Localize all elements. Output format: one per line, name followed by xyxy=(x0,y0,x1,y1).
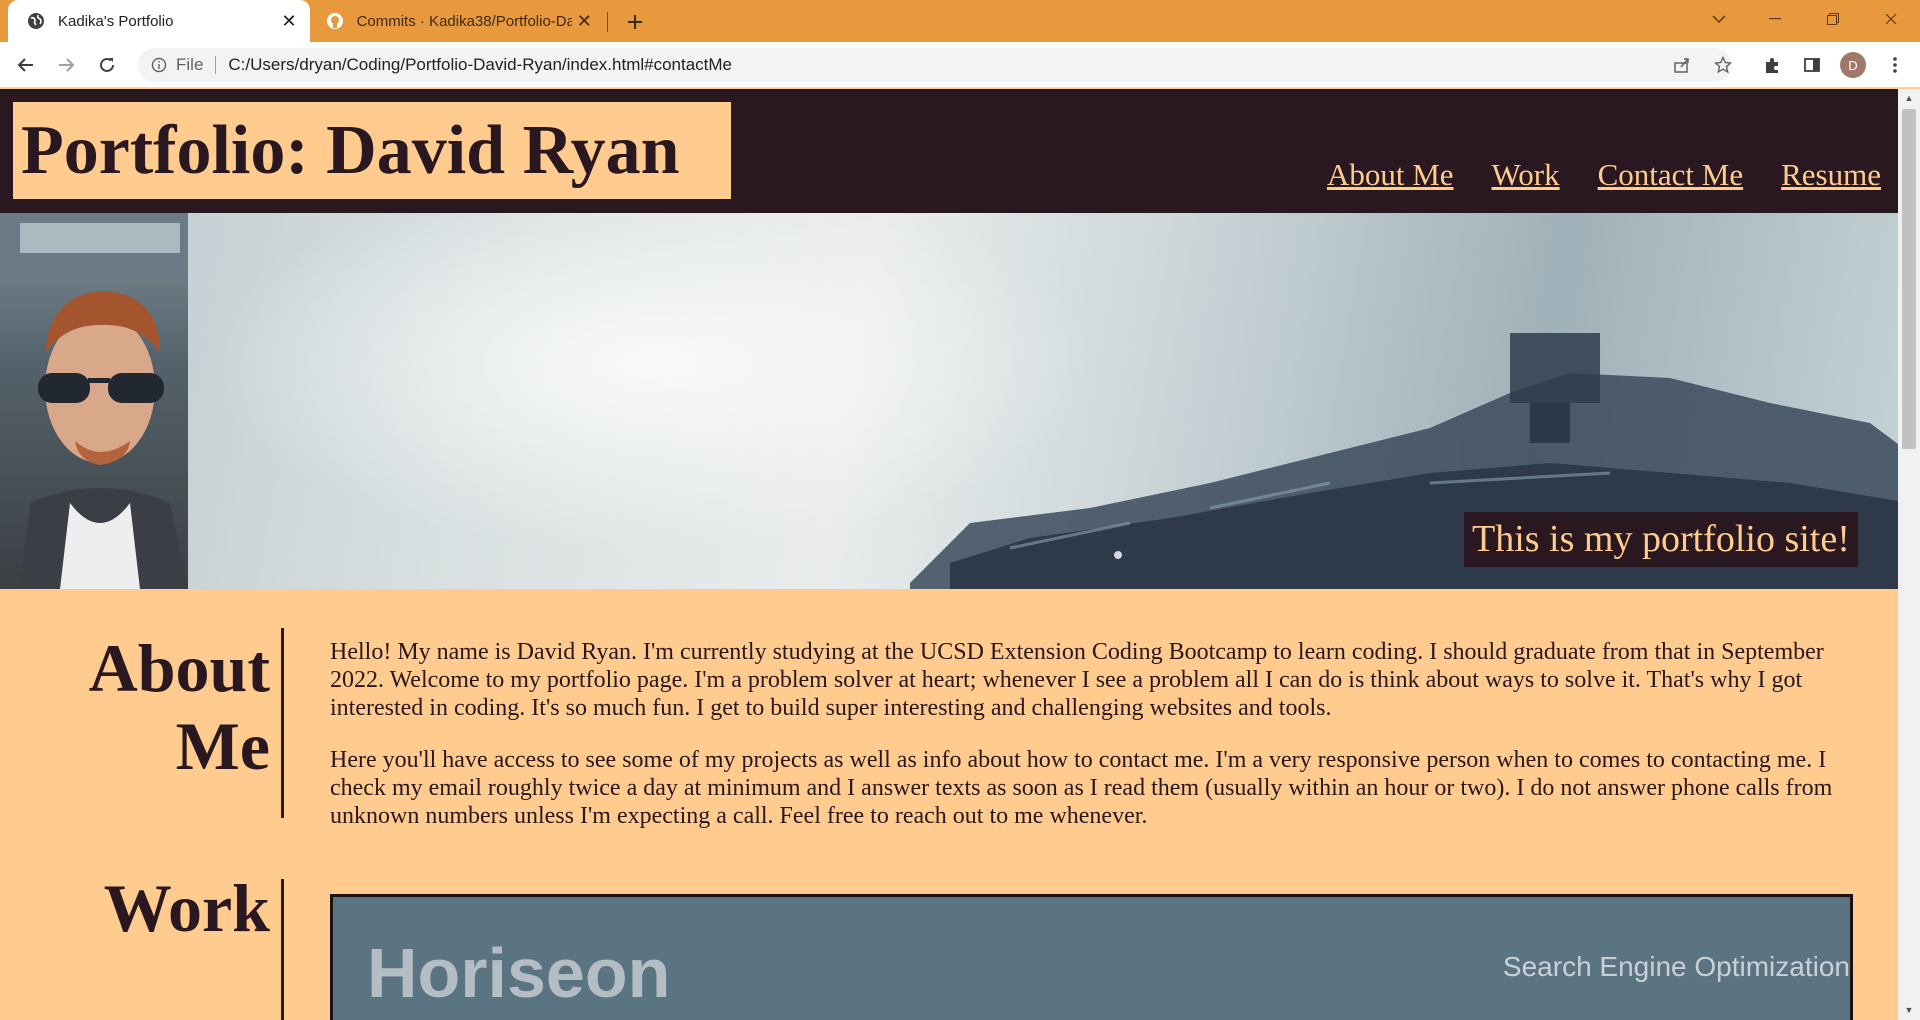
menu-kebab-icon[interactable] xyxy=(1880,50,1910,80)
github-icon xyxy=(325,11,345,31)
forward-icon[interactable] xyxy=(50,49,82,81)
about-heading: About Me xyxy=(60,629,270,785)
work-heading: Work xyxy=(103,870,270,946)
close-tab-icon[interactable]: ✕ xyxy=(276,8,302,34)
side-panel-icon[interactable] xyxy=(1797,50,1827,80)
about-paragraph-2: Here you'll have access to see some of m… xyxy=(330,747,1833,829)
bookmark-star-icon[interactable] xyxy=(1708,50,1738,80)
url-scheme: File xyxy=(176,55,204,74)
globe-icon xyxy=(26,11,46,31)
browser-toolbar: File C:/Users/dryan/Coding/Portfolio-Dav… xyxy=(0,42,1920,88)
url-text[interactable]: C:/Users/dryan/Coding/Portfolio-David-Ry… xyxy=(228,55,732,75)
reload-icon[interactable] xyxy=(91,49,123,81)
profile-photo xyxy=(0,213,188,589)
restore-icon[interactable] xyxy=(1810,0,1856,38)
tab-kadikas-portfolio[interactable]: Kadika's Portfolio ✕ xyxy=(8,0,310,42)
profile-avatar[interactable]: D xyxy=(1840,52,1866,78)
about-heading-line1: About xyxy=(88,630,270,706)
page-viewport: Portfolio: David Ryan About Me Work Cont… xyxy=(0,89,1898,1020)
tab-strip: Kadika's Portfolio ✕ Commits · Kadika38/… xyxy=(0,0,1920,42)
project-card-horiseon[interactable]: Horiseon Search Engine Optimization xyxy=(330,894,1853,1020)
minimize-icon[interactable] xyxy=(1752,0,1798,38)
site-nav: About Me Work Contact Me Resume xyxy=(1327,157,1881,193)
nav-link-contact-me[interactable]: Contact Me xyxy=(1598,157,1744,193)
scrollbar-thumb[interactable] xyxy=(1902,109,1916,449)
site-header: Portfolio: David Ryan About Me Work Cont… xyxy=(0,89,1898,213)
address-bar[interactable]: File C:/Users/dryan/Coding/Portfolio-Dav… xyxy=(138,48,1732,82)
tab-commits[interactable]: Commits · Kadika38/Portfolio-David-Ryan … xyxy=(315,0,605,42)
close-tab-icon[interactable]: ✕ xyxy=(572,8,597,34)
tab-title: Kadika's Portfolio xyxy=(58,12,174,30)
site-title: Portfolio: David Ryan xyxy=(13,102,731,199)
project-caption: Search Engine Optimization xyxy=(1502,951,1850,982)
scroll-down-icon[interactable]: ▼ xyxy=(1904,1005,1914,1015)
back-icon[interactable] xyxy=(10,49,42,81)
tab-divider xyxy=(607,12,608,32)
about-heading-line2: Me xyxy=(175,708,270,784)
share-icon[interactable] xyxy=(1667,50,1697,80)
new-tab-icon[interactable] xyxy=(620,7,650,37)
info-icon[interactable] xyxy=(150,56,168,74)
tab-search-icon[interactable] xyxy=(1696,0,1742,38)
nav-link-work[interactable]: Work xyxy=(1492,157,1560,193)
tab-title: Commits · Kadika38/Portfolio-David-Ryan xyxy=(356,12,572,30)
work-divider xyxy=(281,879,284,1020)
page-scrollbar[interactable]: ▲ ▼ xyxy=(1898,89,1920,1020)
scroll-up-icon[interactable]: ▲ xyxy=(1904,93,1914,103)
close-window-icon[interactable] xyxy=(1868,0,1914,38)
hero-banner: This is my portfolio site! xyxy=(0,213,1898,589)
extensions-icon[interactable] xyxy=(1757,50,1787,80)
nav-link-resume[interactable]: Resume xyxy=(1781,157,1881,193)
about-divider xyxy=(281,628,284,818)
hero-tagline: This is my portfolio site! xyxy=(1464,512,1858,567)
about-body: Hello! My name is David Ryan. I'm curren… xyxy=(330,638,1850,854)
project-brand: Horiseon xyxy=(367,934,671,1012)
address-divider xyxy=(215,56,217,74)
nav-link-about-me[interactable]: About Me xyxy=(1327,157,1454,193)
about-paragraph-1: Hello! My name is David Ryan. I'm curren… xyxy=(330,639,1824,721)
